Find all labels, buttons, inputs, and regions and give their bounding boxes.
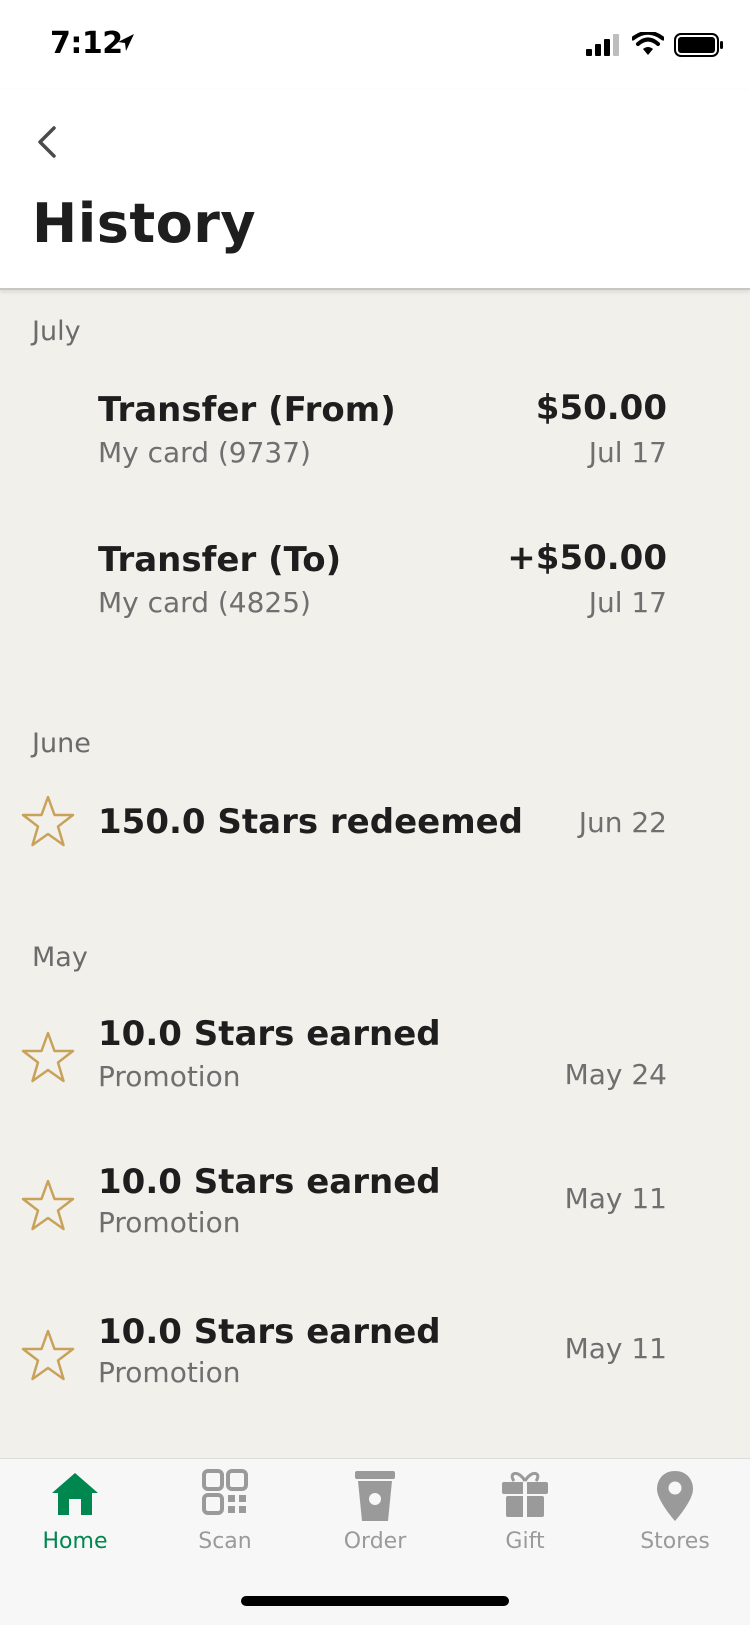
item-date: May 11 (564, 1332, 667, 1365)
signal-icon (586, 34, 619, 56)
tab-label: Stores (640, 1529, 710, 1554)
map-pin-icon (657, 1471, 693, 1521)
item-title: 10.0 Stars earned (98, 1312, 441, 1352)
month-header-may: May (32, 942, 88, 973)
star-icon (21, 1329, 75, 1381)
wifi-icon (632, 32, 664, 55)
qr-code-icon (202, 1469, 248, 1515)
page-title: History (32, 192, 257, 255)
item-date: Jun 22 (578, 806, 667, 839)
chevron-left-icon[interactable] (28, 116, 68, 166)
item-title: 150.0 Stars redeemed (98, 802, 524, 842)
history-item[interactable]: 10.0 Stars earned Promotion May 11 (0, 1298, 750, 1418)
tab-label: Gift (505, 1529, 545, 1554)
history-item[interactable]: Transfer (From) My card (9737) $50.00 Ju… (0, 370, 750, 490)
history-item[interactable]: 10.0 Stars earned Promotion May 24 (0, 1000, 750, 1120)
tab-scan[interactable]: Scan (150, 1459, 300, 1569)
tab-stores[interactable]: Stores (600, 1459, 750, 1569)
history-list[interactable]: July Transfer (From) My card (9737) $50.… (0, 290, 750, 1458)
page-header: History (0, 90, 750, 290)
tab-order[interactable]: Order (300, 1459, 450, 1569)
star-icon (21, 795, 75, 847)
battery-icon (674, 33, 723, 57)
item-subtitle: Promotion (98, 1356, 241, 1389)
item-title: 10.0 Stars earned (98, 1162, 441, 1202)
tab-gift[interactable]: Gift (450, 1459, 600, 1569)
month-header-june: June (32, 728, 91, 759)
item-amount: +$50.00 (507, 538, 667, 578)
home-icon (52, 1473, 98, 1515)
tab-home[interactable]: Home (0, 1459, 150, 1569)
item-date: May 24 (564, 1058, 667, 1091)
history-item[interactable]: Transfer (To) My card (4825) +$50.00 Jul… (0, 520, 750, 640)
item-subtitle: Promotion (98, 1060, 241, 1093)
item-title: 10.0 Stars earned (98, 1014, 441, 1054)
tab-label: Home (42, 1529, 108, 1554)
star-icon (21, 1031, 75, 1083)
home-indicator (241, 1596, 509, 1606)
history-item[interactable]: 150.0 Stars redeemed Jun 22 (0, 768, 750, 888)
status-bar: 7:12 (0, 0, 750, 90)
tab-label: Scan (198, 1529, 252, 1554)
item-date: Jul 17 (588, 436, 667, 469)
item-date: Jul 17 (588, 586, 667, 619)
gift-icon (502, 1472, 548, 1517)
cup-icon (355, 1471, 395, 1521)
tab-label: Order (343, 1529, 407, 1554)
history-item[interactable]: 10.0 Stars earned Promotion May 11 (0, 1148, 750, 1268)
status-time: 7:12 (50, 26, 123, 61)
item-title: Transfer (From) (98, 390, 396, 430)
item-amount: $50.00 (535, 388, 667, 428)
item-subtitle: Promotion (98, 1206, 241, 1239)
month-header-july: July (32, 316, 81, 347)
item-title: Transfer (To) (98, 540, 342, 580)
item-date: May 11 (564, 1182, 667, 1215)
item-subtitle: My card (9737) (98, 436, 311, 469)
item-subtitle: My card (4825) (98, 586, 311, 619)
star-icon (21, 1179, 75, 1231)
location-arrow-icon (118, 34, 134, 51)
